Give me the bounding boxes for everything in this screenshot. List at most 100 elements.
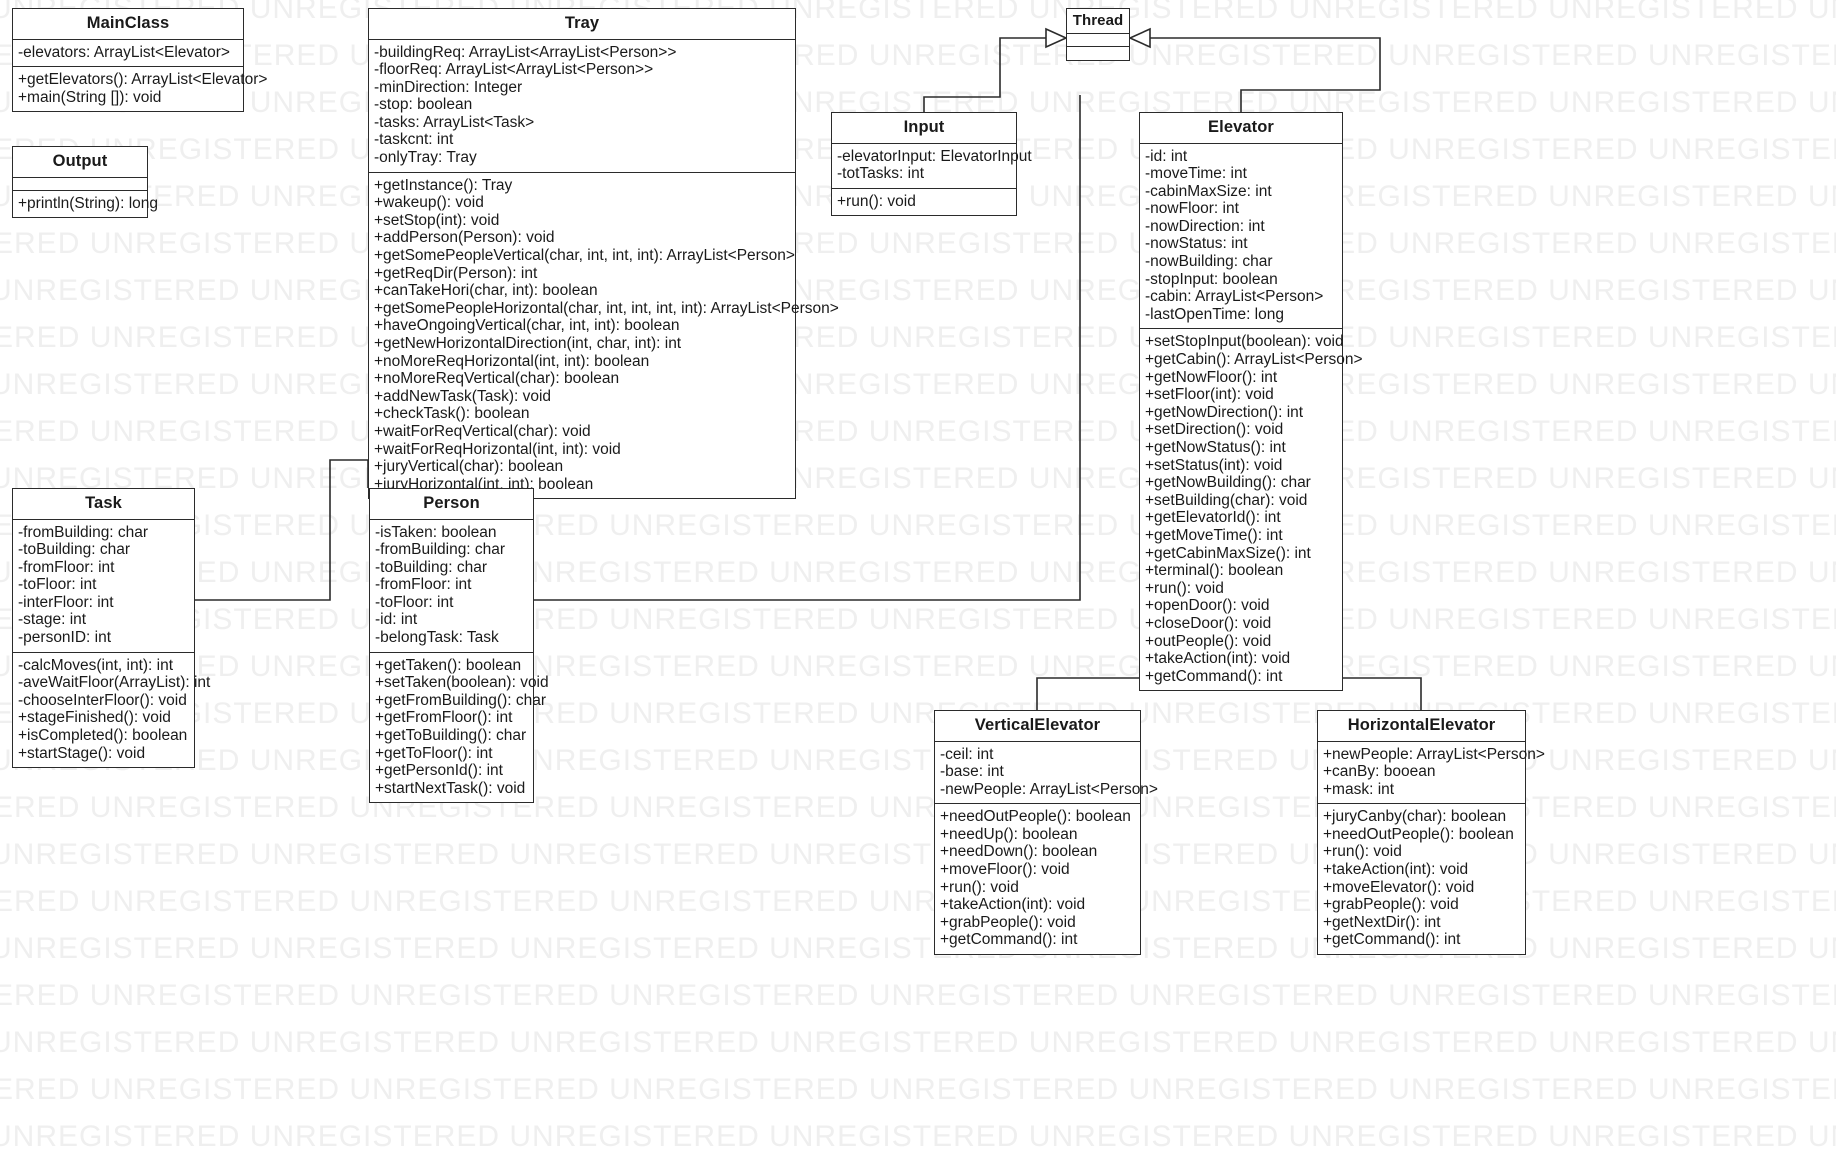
uml-member: -onlyTray: Tray bbox=[374, 149, 477, 167]
uml-member: -interFloor: int bbox=[18, 593, 114, 611]
uml-class-vertical-elevator[interactable]: VerticalElevator -ceil: int -base: int -ne… bbox=[934, 710, 1158, 956]
uml-member: +setStatus(int): void bbox=[1145, 456, 1283, 474]
uml-member: -belongTask: Task bbox=[375, 629, 499, 647]
uml-member: +run(): void bbox=[1145, 579, 1224, 597]
uml-class-tray[interactable]: Tray -buildingReq: ArrayList<ArrayList<P… bbox=[368, 8, 839, 500]
attributes-compartment: -id: int -moveTime: int -cabinMaxSize: int… bbox=[1140, 144, 1342, 330]
attributes-compartment: -ceil: int -base: int -newPeople: ArrayLis… bbox=[935, 742, 1158, 805]
uml-member: -nowFloor: int bbox=[1145, 200, 1239, 218]
uml-member: +takeAction(int): void bbox=[1323, 861, 1469, 879]
watermark-text: UNREGISTERED UNREGISTERED UNREGISTERED U… bbox=[0, 1026, 1836, 1059]
uml-member: -toFloor: int bbox=[375, 593, 454, 611]
uml-member: -cabinMaxSize: int bbox=[1145, 182, 1272, 200]
uml-diagram-canvas: UNREGISTERED UNREGISTERED UNREGISTERED U… bbox=[0, 0, 1836, 1157]
uml-member: +getNowDirection(): int bbox=[1145, 403, 1304, 421]
uml-class-thread[interactable]: Thread bbox=[1066, 8, 1130, 61]
uml-member: +grabPeople(): void bbox=[1323, 896, 1459, 914]
uml-member: +stageFinished(): void bbox=[18, 709, 171, 727]
watermark-text: UNREGISTERED UNREGISTERED UNREGISTERED U… bbox=[0, 556, 1836, 589]
uml-member: -moveTime: int bbox=[1145, 165, 1247, 183]
uml-member: -id: int bbox=[1145, 147, 1188, 165]
watermark-text: UNREGISTERED UNREGISTERED UNREGISTERED U… bbox=[0, 227, 1836, 260]
uml-member: +takeAction(int): void bbox=[940, 896, 1086, 914]
uml-member: +getSomePeopleHorizontal(char, int, int,… bbox=[374, 299, 839, 317]
edge-elevator-thread bbox=[1150, 37, 1381, 112]
uml-member: +canTakeHori(char, int): boolean bbox=[374, 282, 598, 300]
uml-member: +getMoveTime(): int bbox=[1145, 526, 1283, 544]
watermark-text: UNREGISTERED UNREGISTERED UNREGISTERED U… bbox=[0, 979, 1836, 1012]
uml-member: -fromFloor: int bbox=[18, 558, 115, 576]
generalization-arrow-elevator bbox=[1128, 27, 1151, 49]
watermark-text: UNREGISTERED UNREGISTERED UNREGISTERED U… bbox=[0, 603, 1836, 636]
uml-member: +mask: int bbox=[1323, 780, 1395, 798]
uml-member: +needDown(): boolean bbox=[940, 843, 1098, 861]
uml-member: +getCommand(): int bbox=[940, 931, 1078, 949]
uml-member: -lastOpenTime: long bbox=[1145, 305, 1284, 323]
uml-member: +getFromBuilding(): char bbox=[375, 691, 546, 709]
uml-class-horizontal-elevator[interactable]: HorizontalElevator +newPeople: ArrayList… bbox=[1317, 710, 1545, 956]
class-title: Thread bbox=[1067, 9, 1129, 34]
uml-member: -ceil: int bbox=[940, 745, 994, 763]
uml-class-person[interactable]: Person -isTaken: boolean -fromBuilding: c… bbox=[369, 488, 549, 804]
uml-member: -personID: int bbox=[18, 629, 112, 647]
uml-member: +getCommand(): int bbox=[1145, 667, 1283, 685]
class-title: MainClass bbox=[13, 9, 243, 40]
uml-member: +noMoreReqHorizontal(int, int): boolean bbox=[374, 352, 650, 370]
uml-member: -calcMoves(int, int): int bbox=[18, 656, 174, 674]
attributes-compartment: -elevatorInput: ElevatorInput -totTasks: … bbox=[832, 144, 1032, 189]
methods-compartment: +juryCanby(char): boolean +needOutPeople(… bbox=[1318, 804, 1525, 954]
uml-member: +canBy: booean bbox=[1323, 763, 1436, 781]
uml-member: +newPeople: ArrayList<Person> bbox=[1323, 745, 1545, 763]
watermark-text: UNREGISTERED UNREGISTERED UNREGISTERED U… bbox=[0, 744, 1836, 777]
uml-member: -tasks: ArrayList<Task> bbox=[374, 113, 535, 131]
class-title: Output bbox=[13, 147, 147, 178]
watermark-text: UNREGISTERED UNREGISTERED UNREGISTERED U… bbox=[0, 39, 1836, 72]
uml-member: +getNewHorizontalDirection(int, char, in… bbox=[374, 335, 682, 352]
uml-member: -toBuilding: char bbox=[375, 558, 488, 576]
uml-member: -newPeople: ArrayList<Person> bbox=[940, 780, 1158, 798]
uml-class-output[interactable]: Output +println(String): long bbox=[12, 146, 158, 219]
watermark-text: UNREGISTERED UNREGISTERED UNREGISTERED U… bbox=[0, 509, 1836, 542]
uml-class-elevator[interactable]: Elevator -id: int -moveTime: int -cabinMax… bbox=[1139, 112, 1363, 692]
uml-member: +moveElevator(): void bbox=[1323, 878, 1475, 896]
uml-member: +needOutPeople(): boolean bbox=[940, 808, 1131, 826]
class-title: Input bbox=[832, 113, 1016, 144]
uml-member: -taskcnt: int bbox=[374, 131, 454, 149]
uml-member: -buildingReq: ArrayList<ArrayList<Person… bbox=[374, 43, 677, 61]
methods-compartment: -calcMoves(int, int): int -aveWaitFloor(A… bbox=[13, 653, 210, 768]
uml-member: -cabin: ArrayList<Person> bbox=[1145, 288, 1324, 306]
uml-member: +noMoreReqVertical(char): boolean bbox=[374, 370, 620, 388]
uml-member: +getElevatorId(): int bbox=[1145, 509, 1281, 527]
uml-member: +takeAction(int): void bbox=[1145, 650, 1291, 668]
uml-member: +setTaken(boolean): void bbox=[375, 674, 549, 692]
uml-class-mainclass[interactable]: MainClass -elevators: ArrayList<Elevator… bbox=[12, 8, 267, 113]
class-title: Elevator bbox=[1140, 113, 1342, 144]
methods-compartment bbox=[1067, 47, 1129, 60]
watermark-text: UNREGISTERED UNREGISTERED UNREGISTERED U… bbox=[0, 321, 1836, 354]
attributes-compartment: -elevators: ArrayList<Elevator> bbox=[13, 40, 243, 68]
uml-class-task[interactable]: Task -fromBuilding: char -toBuilding: cha… bbox=[12, 488, 210, 769]
watermark-text: UNREGISTERED UNREGISTERED UNREGISTERED U… bbox=[0, 838, 1836, 871]
uml-member: +terminal(): boolean bbox=[1145, 562, 1284, 580]
uml-member: +waitForReqVertical(char): void bbox=[374, 422, 591, 440]
uml-member: -fromBuilding: char bbox=[18, 523, 149, 541]
uml-member: +moveFloor(): void bbox=[940, 861, 1070, 879]
methods-compartment: +getInstance(): Tray +wakeup(): void +setS… bbox=[369, 173, 839, 499]
uml-class-input[interactable]: Input -elevatorInput: ElevatorInput -totT… bbox=[831, 112, 1032, 217]
watermark-text: UNREGISTERED UNREGISTERED UNREGISTERED U… bbox=[0, 368, 1836, 401]
uml-member: -nowStatus: int bbox=[1145, 235, 1248, 253]
uml-member: -floorReq: ArrayList<ArrayList<Person>> bbox=[374, 61, 654, 79]
uml-member: -stopInput: boolean bbox=[1145, 270, 1278, 288]
uml-member: +getCabin(): ArrayList<Person> bbox=[1145, 351, 1363, 369]
uml-member: -base: int bbox=[940, 763, 1004, 781]
watermark-text: UNREGISTERED UNREGISTERED UNREGISTERED U… bbox=[0, 791, 1836, 824]
uml-member: +checkTask(): boolean bbox=[374, 405, 530, 423]
watermark-text: UNREGISTERED UNREGISTERED UNREGISTERED U… bbox=[0, 0, 1836, 25]
methods-compartment: +println(String): long bbox=[13, 191, 158, 218]
uml-member: -minDirection: Integer bbox=[374, 78, 523, 96]
uml-member: -elevators: ArrayList<Elevator> bbox=[18, 43, 230, 61]
uml-member: -stop: boolean bbox=[374, 96, 473, 114]
uml-member: +getNextDir(): int bbox=[1323, 913, 1441, 931]
uml-member: +grabPeople(): void bbox=[940, 913, 1076, 931]
methods-compartment: +setStopInput(boolean): void +getCabin():… bbox=[1140, 329, 1363, 690]
